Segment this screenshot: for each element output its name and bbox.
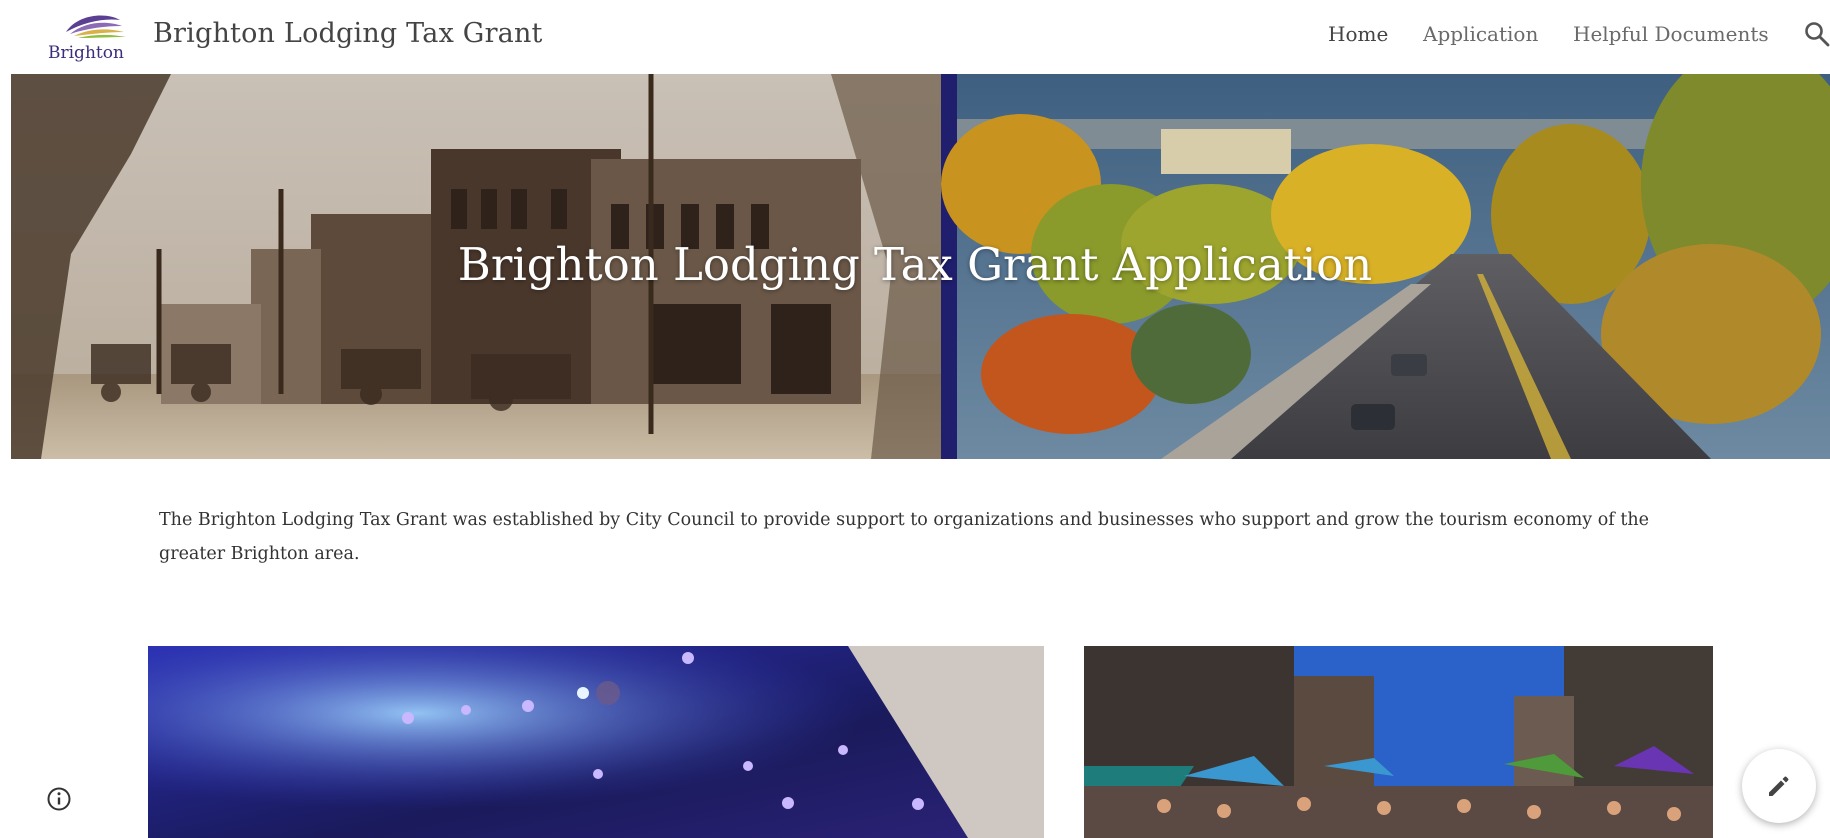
site-title[interactable]: Brighton Lodging Tax Grant: [153, 18, 543, 49]
info-icon[interactable]: [46, 786, 72, 812]
search-icon[interactable]: [1803, 20, 1830, 50]
event-photo: [148, 646, 1044, 838]
logo-text: Brighton: [48, 43, 124, 63]
nav-application[interactable]: Application: [1423, 22, 1538, 46]
hero-title: Brighton Lodging Tax Grant Application: [457, 238, 1373, 291]
site-header: Brighton Brighton Lodging Tax Grant Home…: [0, 0, 1830, 74]
pencil-icon: [1769, 776, 1789, 796]
nav-home[interactable]: Home: [1328, 22, 1388, 46]
festival-photo: [1084, 646, 1713, 838]
edit-button[interactable]: [1742, 749, 1816, 823]
nav-helpful-documents[interactable]: Helpful Documents: [1573, 22, 1769, 46]
brighton-logo[interactable]: Brighton: [44, 6, 140, 64]
intro-text: The Brighton Lodging Tax Grant was estab…: [159, 510, 1649, 564]
